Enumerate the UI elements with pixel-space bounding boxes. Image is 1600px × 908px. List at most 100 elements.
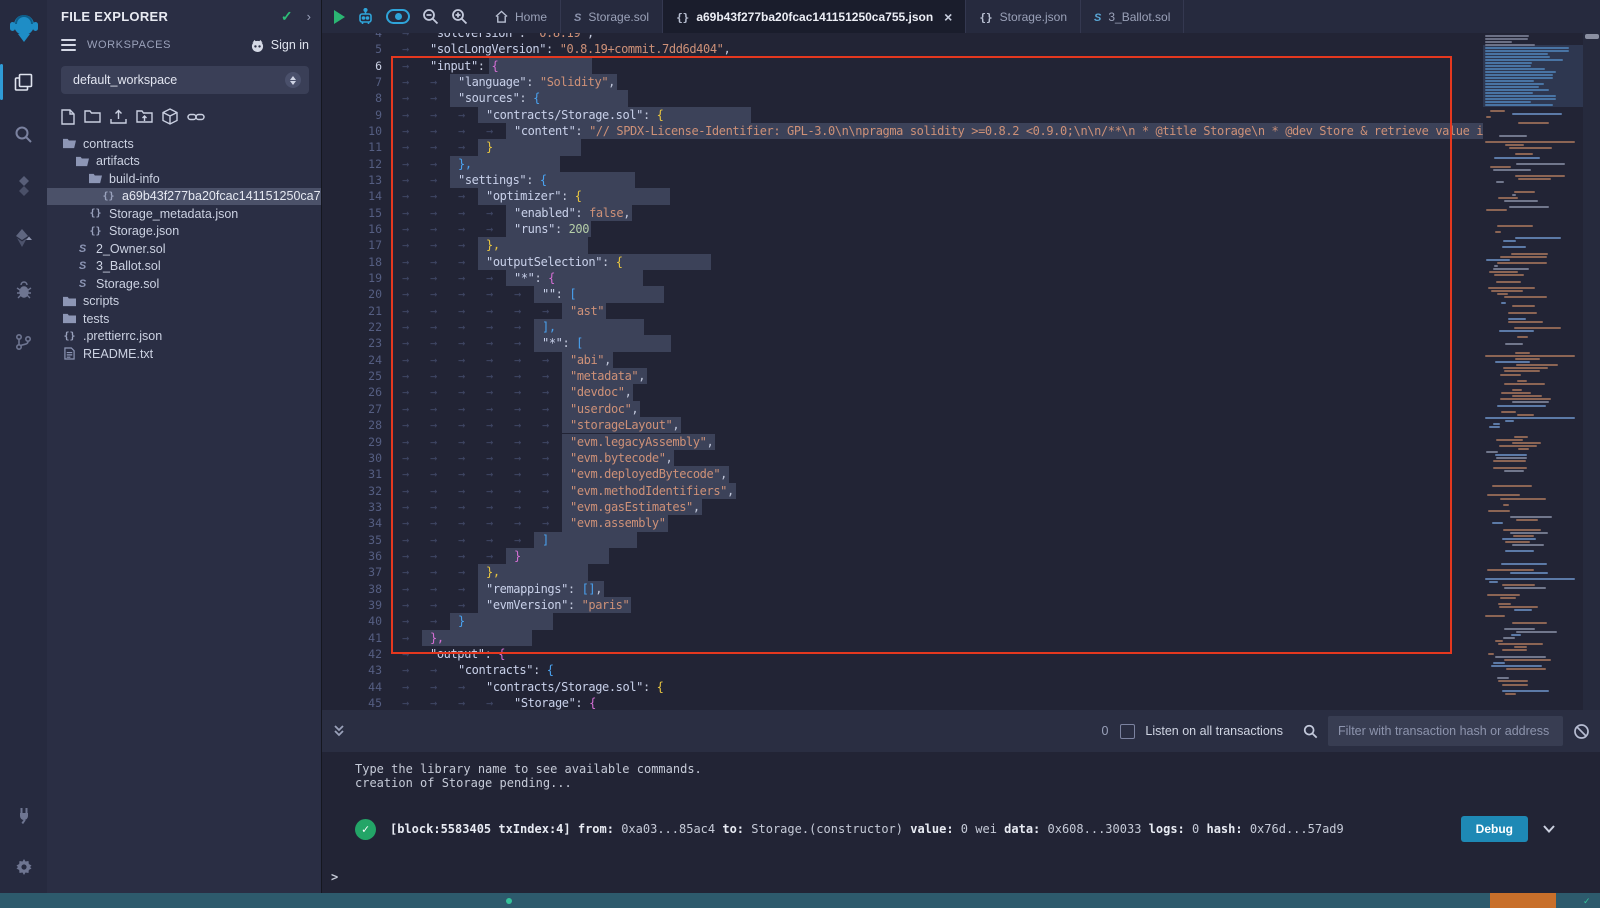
solidity-icon: S <box>74 278 91 290</box>
tree-item-storage-json[interactable]: {}Storage.json <box>47 223 321 241</box>
minimap-line <box>1485 578 1575 580</box>
tree-item-scripts[interactable]: scripts <box>47 293 321 311</box>
tab-3-ballot-sol[interactable]: S3_Ballot.sol <box>1081 0 1184 33</box>
minimap-line <box>1516 519 1538 521</box>
workspace-menu-icon[interactable] <box>61 39 76 51</box>
tab-storage-sol[interactable]: SStorage.sol <box>561 0 663 33</box>
clear-console-icon[interactable] <box>1573 723 1590 740</box>
workspace-select-caret-icon <box>285 72 301 88</box>
tree-item-storage-sol[interactable]: SStorage.sol <box>47 275 321 293</box>
zoom-out-icon[interactable] <box>422 8 439 25</box>
tab-home[interactable]: Home <box>482 0 561 33</box>
indent-arrow: → <box>486 450 493 466</box>
indent-arrow: → <box>542 450 549 466</box>
minimap-line <box>1491 290 1523 292</box>
tree-item--prettierrc-json[interactable]: {}.prettierrc.json <box>47 328 321 346</box>
line-number: 24 <box>336 352 382 368</box>
upload-file-icon[interactable] <box>110 109 127 125</box>
minimap-line <box>1509 206 1549 208</box>
line-number: 44 <box>336 679 382 695</box>
code-text: }, <box>458 156 472 172</box>
minimap-line <box>1485 53 1548 55</box>
tx-filter-input[interactable] <box>1328 716 1563 746</box>
status-alert-badge[interactable] <box>1490 893 1556 908</box>
search-icon[interactable] <box>0 108 47 160</box>
code-line: 32→→→→→→"evm.methodIdentifiers", <box>322 483 1483 499</box>
minimap-line <box>1485 47 1569 49</box>
minimap-line <box>1512 113 1562 115</box>
sign-in-button[interactable]: Sign in <box>250 38 309 52</box>
new-folder-icon[interactable] <box>84 109 101 124</box>
tree-item-2-owner-sol[interactable]: S2_Owner.sol <box>47 240 321 258</box>
minimap-line <box>1485 50 1569 52</box>
run-script-button[interactable] <box>334 10 345 24</box>
tree-item-build-info[interactable]: build-info <box>47 170 321 188</box>
tree-item-a69b43f277ba20fcac141151250ca7-[interactable]: {}a69b43f277ba20fcac141151250ca7... <box>47 188 321 206</box>
minimap-line <box>1504 383 1545 385</box>
panel-title: FILE EXPLORER <box>61 9 281 24</box>
line-number: 4 <box>336 33 382 41</box>
tab-a69b43f277ba20fcac141151250ca755-json[interactable]: {}a69b43f277ba20fcac141151250ca755.json× <box>663 0 966 33</box>
debug-button[interactable]: Debug <box>1461 816 1528 842</box>
collapse-terminal-icon[interactable] <box>332 724 346 738</box>
minimap-line <box>1485 98 1556 100</box>
code-text: "*": { <box>514 270 555 286</box>
status-bar: ✓ <box>0 893 1600 908</box>
minimap-line <box>1509 147 1552 149</box>
indent-arrow: → <box>458 188 465 204</box>
tree-item-readme-txt[interactable]: README.txt <box>47 345 321 363</box>
code-line: 39→→→"evmVersion": "paris" <box>322 597 1483 613</box>
new-file-icon[interactable] <box>61 109 75 125</box>
minimap-line <box>1502 538 1536 540</box>
terminal-toolbar: 0 Listen on all transactions <box>322 710 1600 752</box>
close-tab-icon[interactable]: × <box>944 9 952 25</box>
tree-item-label: 2_Owner.sol <box>96 242 165 256</box>
terminal-output[interactable]: Type the library name to see available c… <box>322 752 1600 893</box>
tree-item-contracts[interactable]: contracts <box>47 135 321 153</box>
git-icon[interactable] <box>0 316 47 368</box>
tab-storage-json[interactable]: {}Storage.json <box>966 0 1081 33</box>
minimap-line <box>1502 584 1535 586</box>
ai-assistant-icon[interactable] <box>357 8 374 26</box>
remix-logo-icon[interactable] <box>0 0 47 56</box>
tree-item-3-ballot-sol[interactable]: S3_Ballot.sol <box>47 258 321 276</box>
link-icon[interactable] <box>187 110 205 124</box>
indent-arrow: → <box>542 303 549 319</box>
line-number: 8 <box>336 90 382 106</box>
workspace-select[interactable]: default_workspace <box>61 66 309 94</box>
upload-folder-icon[interactable] <box>136 109 153 124</box>
indent-arrow: → <box>486 286 493 302</box>
file-explorer-icon[interactable] <box>0 56 47 108</box>
tree-item-label: 3_Ballot.sol <box>96 259 161 273</box>
terminal-line: Type the library name to see available c… <box>355 762 1600 776</box>
plugin-manager-icon[interactable] <box>0 789 47 841</box>
minimap-line <box>1516 163 1565 165</box>
debugger-icon[interactable] <box>0 264 47 316</box>
editor-minimap[interactable] <box>1483 33 1583 710</box>
scrollbar-thumb[interactable] <box>1585 34 1599 39</box>
solidity-compiler-icon[interactable] <box>0 160 47 212</box>
panel-expand-icon[interactable]: › <box>307 9 311 24</box>
settings-gear-icon[interactable] <box>0 841 47 893</box>
tree-item-storage-metadata-json[interactable]: {}Storage_metadata.json <box>47 205 321 223</box>
line-number: 33 <box>336 499 382 515</box>
ai-toggle[interactable] <box>386 9 410 24</box>
minimap-line <box>1502 246 1526 248</box>
expand-tx-icon[interactable] <box>1542 824 1556 834</box>
terminal-prompt[interactable]: > <box>331 870 338 884</box>
code-line: 40→→} <box>322 613 1483 629</box>
code-editor[interactable]: 4→"solcVersion": "0.8.19",5→"solcLongVer… <box>322 33 1600 710</box>
tree-item-tests[interactable]: tests <box>47 310 321 328</box>
deploy-run-icon[interactable] <box>0 212 47 264</box>
indent-arrow: → <box>486 532 493 548</box>
line-number: 14 <box>336 188 382 204</box>
tree-item-artifacts[interactable]: artifacts <box>47 153 321 171</box>
ipfs-box-icon[interactable] <box>162 108 178 125</box>
line-number: 7 <box>336 74 382 90</box>
editor-scrollbar[interactable] <box>1583 33 1600 710</box>
zoom-in-icon[interactable] <box>451 8 468 25</box>
listen-transactions-checkbox[interactable] <box>1120 724 1135 739</box>
indent-arrow: → <box>430 335 437 351</box>
workspace-ok-icon: ✓ <box>281 8 293 25</box>
minimap-line <box>1494 157 1540 159</box>
